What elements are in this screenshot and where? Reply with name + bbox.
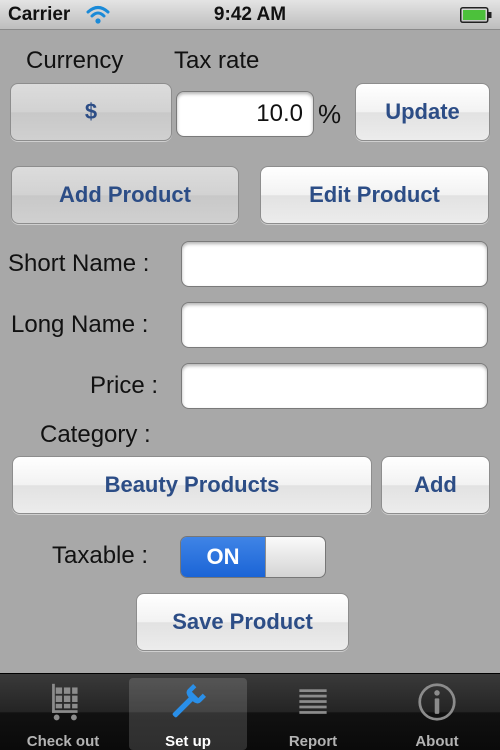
edit-product-button[interactable]: Edit Product bbox=[260, 166, 489, 224]
category-selector-button[interactable]: Beauty Products bbox=[12, 456, 372, 514]
taxable-toggle[interactable]: ON bbox=[180, 536, 326, 578]
status-time: 9:42 AM bbox=[213, 4, 287, 25]
tab-label-report: Report bbox=[288, 733, 338, 750]
currency-button[interactable]: $ bbox=[10, 83, 172, 141]
toggle-knob bbox=[265, 537, 325, 577]
short-name-field[interactable] bbox=[181, 241, 488, 287]
toggle-on-label: ON bbox=[181, 537, 265, 577]
update-button[interactable]: Update bbox=[355, 83, 490, 141]
percent-sign: % bbox=[318, 99, 342, 129]
price-label: Price : bbox=[90, 372, 159, 399]
cart-icon bbox=[52, 683, 78, 721]
add-product-button[interactable]: Add Product bbox=[11, 166, 239, 224]
status-bar: Carrier 9:42 AM bbox=[0, 0, 500, 30]
tax-rate-label: Tax rate bbox=[174, 47, 260, 74]
long-name-field[interactable] bbox=[181, 302, 488, 348]
tax-rate-field[interactable] bbox=[176, 91, 314, 137]
wrench-icon bbox=[172, 684, 206, 718]
category-label: Category : bbox=[40, 421, 151, 448]
report-list-icon bbox=[299, 689, 327, 714]
save-product-button[interactable]: Save Product bbox=[136, 593, 349, 651]
tab-label-set-up: Set up bbox=[165, 733, 211, 750]
battery-icon bbox=[460, 7, 492, 23]
tab-set-up[interactable]: Set up bbox=[129, 678, 247, 750]
long-name-label: Long Name : bbox=[11, 311, 149, 338]
tab-about[interactable]: About bbox=[378, 678, 496, 750]
tab-label-about: About bbox=[415, 733, 459, 750]
tab-check-out[interactable]: Check out bbox=[4, 678, 122, 750]
setup-screen: Currency Tax rate $ % Update Add Product… bbox=[0, 31, 500, 673]
short-name-label: Short Name : bbox=[8, 250, 150, 277]
info-icon bbox=[418, 683, 456, 721]
add-category-button[interactable]: Add bbox=[381, 456, 490, 514]
taxable-label: Taxable : bbox=[52, 542, 149, 569]
tab-report[interactable]: Report bbox=[254, 678, 372, 750]
tab-bar: Check out Set up Report About bbox=[0, 673, 500, 750]
currency-label: Currency bbox=[26, 47, 124, 74]
tab-label-check-out: Check out bbox=[26, 733, 100, 750]
price-field[interactable] bbox=[181, 363, 488, 409]
